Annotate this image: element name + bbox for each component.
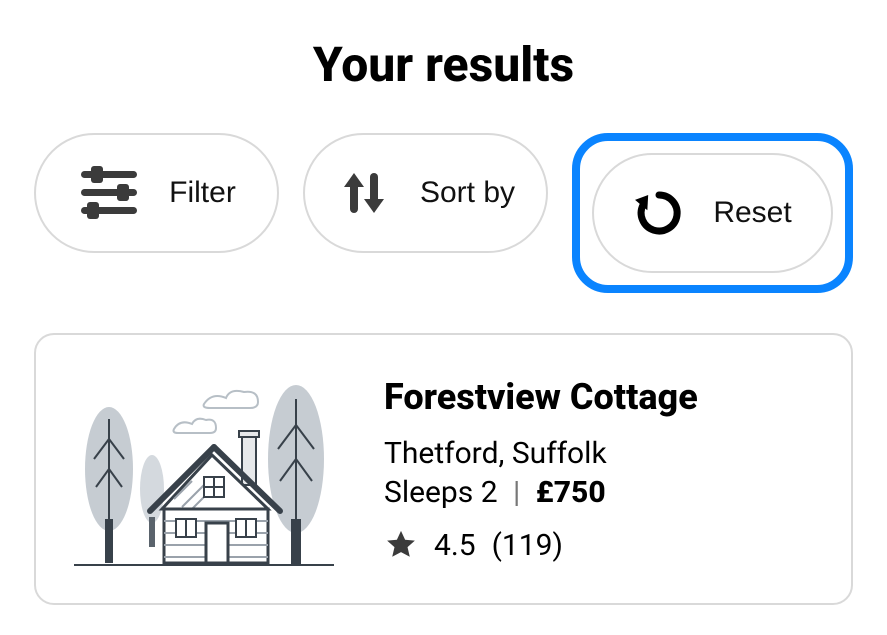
reset-button[interactable]: Reset [592,153,833,273]
result-name: Forestview Cottage [384,376,823,418]
star-icon [384,528,418,562]
page-title: Your results [34,36,853,93]
reset-label: Reset [713,196,791,230]
reset-highlight: Reset [572,133,853,293]
result-thumbnail [64,359,344,579]
rating-value: 4.5 [434,528,476,563]
result-capacity-price: Sleeps 2 | £750 [384,475,823,510]
sliders-icon [77,165,141,221]
filter-label: Filter [169,176,236,210]
result-price: £750 [536,475,606,510]
controls-row: Filter Sort by [34,133,853,293]
sort-icon [336,165,392,221]
result-info: Forestview Cottage Thetford, Suffolk Sle… [384,376,823,563]
reset-icon [633,187,685,239]
reviews-count: (119) [492,528,563,563]
result-location: Thetford, Suffolk [384,436,823,471]
result-rating: 4.5 (119) [384,528,823,563]
result-sleeps: Sleeps 2 [384,475,498,510]
sort-label: Sort by [420,176,515,210]
separator: | [513,475,520,510]
result-card[interactable]: Forestview Cottage Thetford, Suffolk Sle… [34,333,853,605]
sort-button[interactable]: Sort by [303,133,548,253]
filter-button[interactable]: Filter [34,133,279,253]
